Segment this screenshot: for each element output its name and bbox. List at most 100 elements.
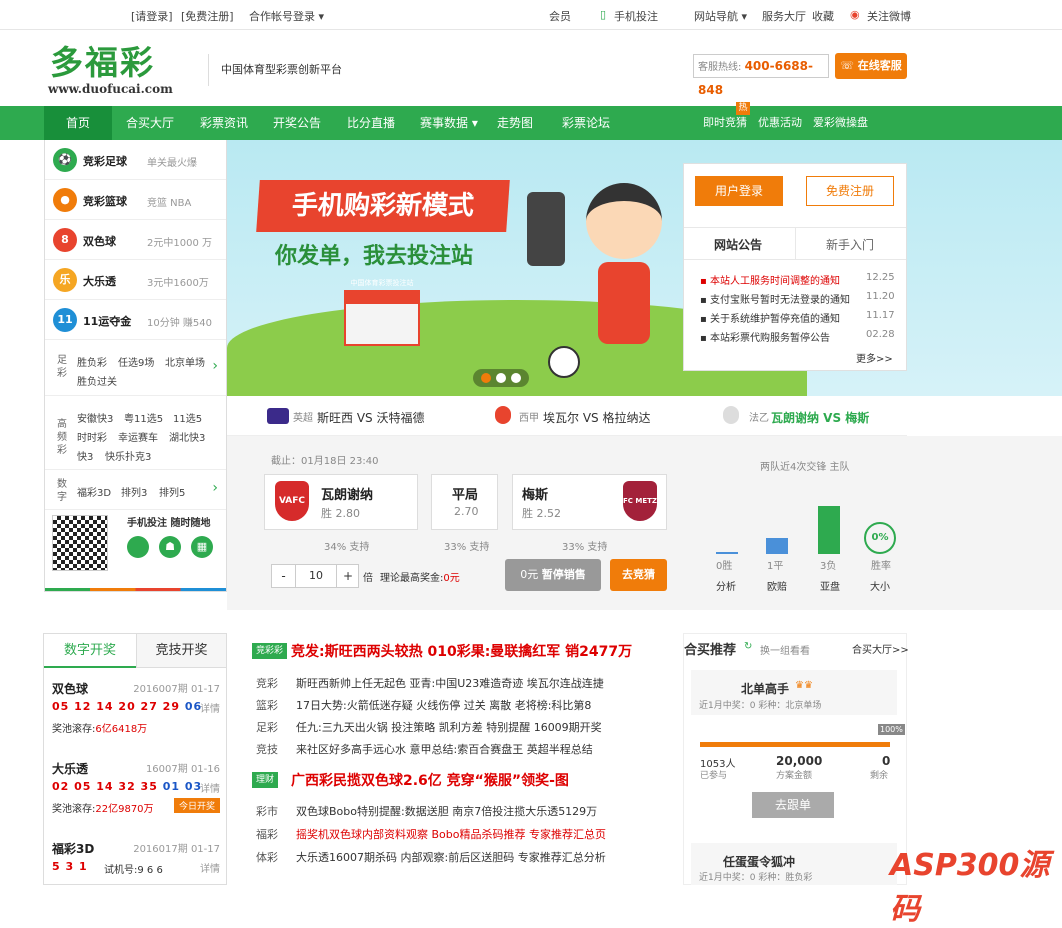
tab-digit-draw[interactable]: 数字开奖: [44, 634, 136, 668]
chevron-right-icon[interactable]: ›: [212, 358, 218, 374]
draw-option[interactable]: 平局 2.70: [431, 474, 498, 530]
nav-trend[interactable]: 走势图: [497, 106, 533, 140]
nav-micro-trade[interactable]: 爱彩微操盘: [813, 106, 868, 140]
group-link[interactable]: 任选9场: [118, 354, 154, 369]
headline[interactable]: 广西彩民揽双色球2.6亿 竞穿“猴服”领奖-图: [291, 770, 569, 790]
favorite-link[interactable]: 收藏: [812, 8, 834, 24]
online-service-button[interactable]: ☏ 在线客服: [835, 53, 907, 79]
group-link[interactable]: 快乐扑克3: [105, 448, 151, 463]
group-link[interactable]: 时时彩: [77, 429, 107, 444]
group-link[interactable]: 胜负过关: [77, 373, 117, 388]
hall-link[interactable]: 合买大厅>>: [852, 641, 909, 656]
group-link[interactable]: 北京单场: [165, 354, 205, 369]
tab-asian-handicap[interactable]: 亚盘: [820, 578, 840, 593]
news-line[interactable]: 足彩 任九:三九天出火锅 投注策略 凯利方差 特别提醒 16009期开奖: [256, 719, 602, 735]
home-team-option[interactable]: VAFC 瓦朗谢纳 胜 2.80: [264, 474, 418, 530]
nav-home[interactable]: 首页: [44, 106, 112, 140]
tab-notice[interactable]: 网站公告: [714, 236, 762, 253]
tab-euro-odds[interactable]: 欧赔: [767, 578, 787, 593]
lottery-item[interactable]: ⚽ 竞彩足球 单关最火爆: [45, 140, 226, 180]
login-button[interactable]: 用户登录: [695, 176, 783, 206]
detail-link[interactable]: 详情: [200, 780, 220, 795]
lottery-item[interactable]: 8 双色球 2元中1000 万: [45, 220, 226, 260]
away-team-option[interactable]: 梅斯 胜 2.52 FC METZ: [512, 474, 667, 530]
partner-login-link[interactable]: 合作帐号登录 ▾: [249, 8, 324, 24]
news-line[interactable]: 彩市 双色球Bobo特别提醒:数据送胆 南京7倍投注揽大乐透5129万: [256, 803, 597, 819]
group-link[interactable]: 胜负彩: [77, 354, 107, 369]
recommend-card[interactable]: 北单高手 近1月中奖：0 彩种：北京单场 ♛♛: [691, 670, 897, 715]
fc-metz-badge-icon: FC METZ: [623, 481, 657, 521]
minus-button[interactable]: -: [272, 565, 296, 587]
match-tab[interactable]: 斯旺西 VS 沃特福德: [317, 409, 424, 426]
chevron-right-icon[interactable]: ›: [212, 480, 218, 496]
notice-item[interactable]: ▪ 本站人工服务时间调整的通知: [700, 272, 840, 287]
group-link[interactable]: 幸运赛车: [118, 429, 158, 444]
refresh-link[interactable]: 换一组看看: [760, 642, 810, 657]
football-icon: ⚽: [53, 148, 77, 172]
site-nav-link[interactable]: 网站导航 ▾: [694, 8, 747, 24]
logo[interactable]: 多福彩: [50, 36, 155, 84]
recommend-card[interactable]: 任蛋蛋令狐冲 近1月中奖：0 彩种：胜负彩: [691, 843, 897, 885]
match-tab[interactable]: 埃瓦尔 VS 格拉纳达: [543, 409, 650, 426]
plus-button[interactable]: +: [336, 565, 359, 587]
slogan: 中国体育型彩票创新平台: [208, 54, 342, 86]
news-line[interactable]: 竞彩 斯旺西新帅上任无起色 亚青:中国U23难造奇迹 埃瓦尔连战连捷: [256, 675, 604, 691]
nav-live-score[interactable]: 比分直播: [347, 106, 395, 140]
apple-icon[interactable]: [127, 536, 149, 558]
sd11x5-icon: 11: [53, 308, 77, 332]
group-link[interactable]: 排列3: [121, 484, 147, 499]
service-link[interactable]: 服务大厅: [762, 8, 806, 24]
nav-match-data[interactable]: 赛事数据 ▾: [420, 106, 478, 140]
group-link[interactable]: 11选5: [173, 410, 202, 425]
tab-analysis[interactable]: 分析: [716, 578, 736, 593]
carousel-dot[interactable]: [496, 373, 506, 383]
refresh-icon: ↻: [744, 641, 753, 652]
weibo-link[interactable]: 关注微博: [867, 8, 911, 24]
group-link[interactable]: 福彩3D: [77, 484, 111, 499]
scheme-amount: 20,000: [776, 754, 823, 768]
carousel-dot[interactable]: [511, 373, 521, 383]
follow-button[interactable]: 去跟单: [752, 792, 834, 818]
nav-news[interactable]: 彩票资讯: [200, 106, 248, 140]
group-link[interactable]: 粤11选5: [124, 410, 163, 425]
match-tab-active[interactable]: 瓦朗谢纳 VS 梅斯: [771, 409, 869, 426]
news-line[interactable]: 竞技 来社区好多高手远心水 意甲总结:索百合赛盘王 英超半程总结: [256, 741, 593, 757]
register-link[interactable]: [免费注册]: [181, 8, 234, 24]
tab-beginner[interactable]: 新手入门: [826, 236, 874, 253]
headline[interactable]: 竞发:斯旺西两头较热 010彩果:曼联擒红军 销2477万: [291, 641, 632, 661]
go-guess-button[interactable]: 去竞猜: [610, 559, 667, 591]
lottery-item[interactable]: 乐 大乐透 3元中1600万: [45, 260, 226, 300]
group-link[interactable]: 安徽快3: [77, 410, 113, 425]
notice-item[interactable]: ▪ 支付宝账号暂时无法登录的通知: [700, 291, 850, 306]
lottery-desc: 10分钟 赚540: [147, 318, 212, 329]
detail-link[interactable]: 详情: [200, 860, 220, 875]
group-link[interactable]: 快3: [77, 448, 93, 463]
member-link[interactable]: 会员: [549, 8, 571, 24]
multiple-input[interactable]: 10: [296, 565, 336, 587]
news-line[interactable]: 体彩 大乐透16007期杀码 内部观察:前后区送胆码 专家推荐汇总分析: [256, 849, 606, 865]
tab-sport-draw[interactable]: 竞技开奖: [136, 634, 226, 668]
notice-item[interactable]: ▪ 关于系统维护暂停充值的通知: [700, 310, 840, 325]
login-link[interactable]: [请登录]: [131, 8, 173, 24]
windows-icon[interactable]: ▦: [191, 536, 213, 558]
group-link[interactable]: 排列5: [159, 484, 185, 499]
more-link[interactable]: 更多>>: [856, 350, 893, 365]
draw-results-panel: 数字开奖 竞技开奖 双色球 2016007期 01-17 05 12 14 20…: [43, 633, 227, 885]
notice-item[interactable]: ▪ 本站彩票代购服务暂停公告: [700, 329, 830, 344]
news-line[interactable]: 篮彩 17日大势:火箭低迷存疑 火线伤停 过关 离散 老将榜:科比第8: [256, 697, 591, 713]
android-icon[interactable]: ☗: [159, 536, 181, 558]
nav-promotions[interactable]: 优惠活动: [758, 106, 802, 140]
lottery-item[interactable]: ● 竞彩篮球 竞篮 NBA: [45, 180, 226, 220]
lottery-item[interactable]: 11 11运夺金 10分钟 赚540: [45, 300, 226, 340]
nav-group-buy[interactable]: 合买大厅: [126, 106, 174, 140]
news-line[interactable]: 福彩 摇奖机双色球内部资料观察 Bobo精品杀码推荐 专家推荐汇总页: [256, 826, 606, 842]
mobile-bet-link[interactable]: 手机投注: [614, 8, 658, 24]
stop-sale-button[interactable]: 0元 暂停销售: [505, 559, 601, 591]
tab-over-under[interactable]: 大小: [870, 578, 890, 593]
carousel-dot[interactable]: [481, 373, 491, 383]
group-link[interactable]: 湖北快3: [169, 429, 205, 444]
register-button[interactable]: 免费注册: [806, 176, 894, 206]
nav-results[interactable]: 开奖公告: [273, 106, 321, 140]
nav-forum[interactable]: 彩票论坛: [562, 106, 610, 140]
detail-link[interactable]: 详情: [200, 700, 220, 715]
